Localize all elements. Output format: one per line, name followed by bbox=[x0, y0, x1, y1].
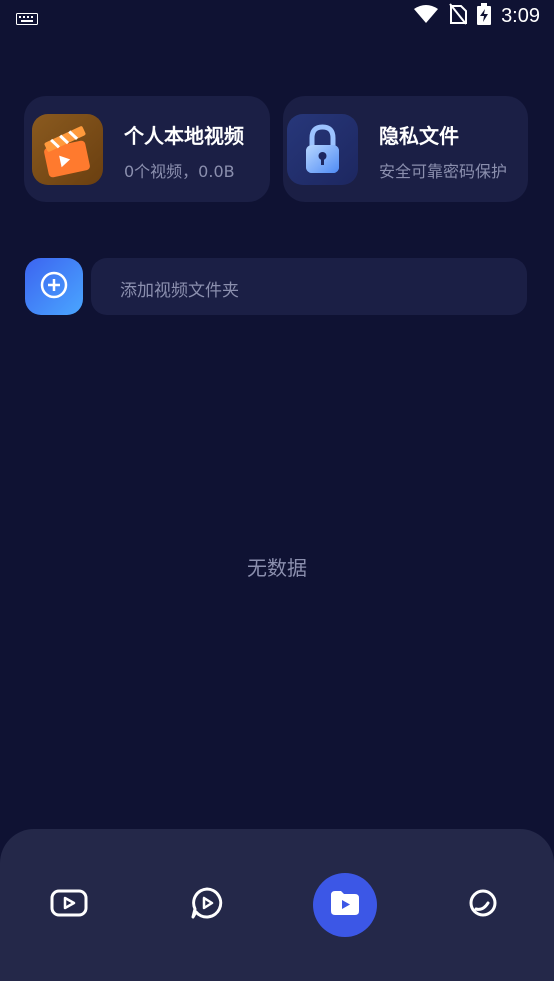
wifi-icon bbox=[413, 4, 439, 28]
lock-icon bbox=[287, 114, 358, 185]
nav-video-tab[interactable] bbox=[37, 873, 101, 937]
plus-circle-icon bbox=[40, 271, 68, 303]
keyboard-icon bbox=[16, 10, 38, 29]
nav-folder-tab[interactable] bbox=[313, 873, 377, 937]
status-bar: 3:09 bbox=[0, 0, 554, 32]
add-folder-label: 添加视频文件夹 bbox=[120, 281, 239, 301]
clapperboard-icon bbox=[32, 114, 103, 185]
circle-profile-icon bbox=[468, 888, 498, 922]
chat-play-icon bbox=[190, 886, 224, 924]
nav-profile-tab[interactable] bbox=[451, 873, 515, 937]
no-sim-icon bbox=[449, 3, 468, 29]
local-videos-card[interactable]: 个人本地视频 0个视频，0.0B bbox=[24, 96, 270, 202]
status-time: 3:09 bbox=[501, 4, 540, 27]
local-videos-subtitle: 0个视频，0.0B bbox=[124, 162, 235, 181]
private-files-subtitle: 安全可靠密码保护 bbox=[379, 162, 508, 181]
local-videos-title: 个人本地视频 bbox=[124, 124, 244, 148]
video-play-icon bbox=[50, 888, 88, 922]
add-folder-button[interactable] bbox=[25, 258, 83, 315]
private-files-title: 隐私文件 bbox=[379, 124, 459, 148]
empty-state-text: 无数据 bbox=[247, 556, 307, 580]
add-folder-field[interactable]: 添加视频文件夹 bbox=[91, 258, 527, 315]
nav-chat-tab[interactable] bbox=[175, 873, 239, 937]
private-files-card[interactable]: 隐私文件 安全可靠密码保护 bbox=[283, 96, 528, 202]
bottom-nav bbox=[0, 829, 554, 981]
battery-charging-icon bbox=[477, 3, 492, 29]
folder-play-icon bbox=[329, 889, 361, 921]
